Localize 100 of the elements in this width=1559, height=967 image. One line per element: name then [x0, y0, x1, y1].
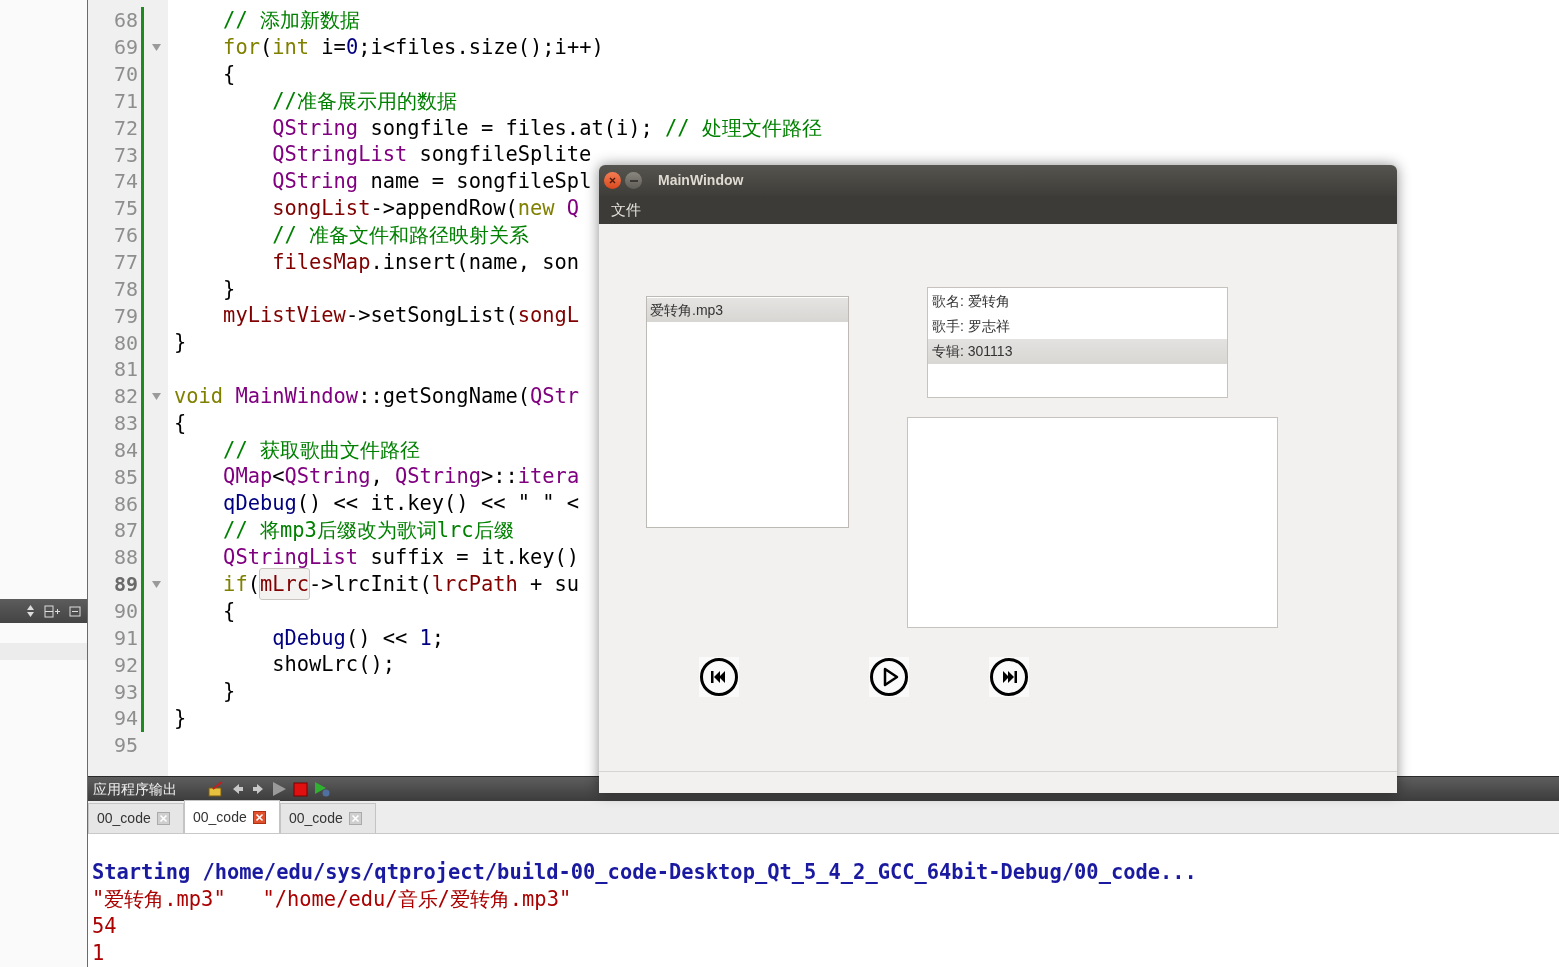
line-number: 78: [112, 275, 139, 303]
code-token: + su: [529, 570, 580, 598]
code-token: qDebug: [271, 624, 346, 652]
code-token: ;i<files.size();i++): [358, 33, 604, 61]
code-token: {: [222, 597, 236, 625]
code-comment: // 准备文件和路径映射关系: [271, 221, 530, 249]
menu-item[interactable]: 文件: [611, 198, 641, 222]
close-button[interactable]: [604, 172, 621, 189]
code-token: songfileSplite: [418, 141, 592, 169]
output-line: 54: [92, 913, 118, 940]
play-button[interactable]: [869, 657, 909, 697]
skip-forward-button[interactable]: [989, 657, 1029, 697]
code-token: QString: [271, 114, 359, 142]
code-token: if: [222, 570, 248, 598]
clear-icon[interactable]: [207, 781, 225, 798]
line-number: 95: [112, 732, 139, 760]
code-token: QString: [395, 463, 481, 491]
code-token: (: [247, 570, 260, 598]
line-number: 80: [112, 329, 139, 357]
output-tab[interactable]: 00_code: [88, 803, 184, 833]
code-token: ,: [370, 463, 384, 491]
line-number: 72: [112, 114, 139, 142]
code-token: }: [222, 275, 236, 303]
code-token: >::: [480, 463, 518, 491]
code-token: ->lrcInit(: [309, 570, 432, 598]
play-icon[interactable]: [271, 781, 287, 798]
line-number: 70: [112, 61, 139, 89]
output-tab[interactable]: 00_code: [184, 800, 280, 833]
minimize-button[interactable]: [625, 172, 642, 189]
skip-forward-icon: [989, 657, 1029, 697]
code-token: ;: [431, 624, 445, 652]
code-token: QString: [284, 463, 371, 491]
code-token: myListView: [222, 302, 346, 330]
line-number: 74: [112, 168, 139, 196]
code-token: (: [259, 33, 273, 61]
line-number: 83: [112, 410, 139, 438]
code-token: 0: [345, 33, 359, 61]
skip-back-icon: [699, 657, 739, 697]
code-token: }: [174, 705, 187, 733]
code-comment: // 获取歌曲文件路径: [222, 436, 420, 464]
code-comment: // 添加新数据: [222, 7, 360, 35]
code-token: itera: [517, 463, 580, 491]
right-arrow-icon[interactable]: [251, 782, 265, 797]
code-token: for: [222, 33, 260, 61]
close-pane-icon[interactable]: [69, 605, 81, 617]
window-title: MainWindow: [658, 171, 744, 190]
code-token: qDebug: [222, 490, 297, 518]
output-line: 1: [92, 940, 106, 967]
code-token: i=: [320, 33, 346, 61]
output-pane-title: 应用程序输出: [93, 779, 177, 799]
line-number: 89: [112, 571, 139, 599]
code-token: QStringList: [271, 141, 408, 169]
line-number: 88: [112, 544, 139, 572]
code-token: QString: [271, 168, 359, 196]
info-item[interactable]: 歌手: 罗志祥: [928, 314, 1227, 339]
code-comment: // 将mp3后缀改为歌词lrc后缀: [222, 517, 514, 545]
info-item[interactable]: 歌名: 爱转角: [928, 289, 1227, 314]
code-token: ->setSongList(: [345, 302, 518, 330]
sort-icon[interactable]: [26, 604, 35, 618]
line-number: 92: [112, 651, 139, 679]
line-number: 69: [112, 34, 139, 62]
code-token: lrcPath: [431, 570, 518, 598]
code-token: showLrc();: [271, 651, 395, 679]
line-number: 87: [112, 517, 139, 545]
code-token: () <<: [345, 624, 409, 652]
line-number: 94: [112, 705, 139, 733]
skip-back-button[interactable]: [699, 657, 739, 697]
code-token: suffix = it.key(): [369, 544, 580, 571]
line-number: 73: [112, 141, 139, 169]
line-number: 91: [112, 624, 139, 652]
output-tab[interactable]: 00_code: [280, 803, 376, 833]
code-token: mLrc: [259, 568, 310, 600]
output-line: "爱转角.mp3" "/home/edu/音乐/爱转角.mp3": [92, 886, 573, 913]
tab-close-icon[interactable]: [252, 810, 266, 824]
code-token: QStringList: [222, 544, 359, 571]
code-token: }: [222, 678, 236, 706]
code-token: songList: [271, 195, 371, 223]
line-number: 79: [112, 302, 139, 330]
code-token: {: [222, 60, 236, 88]
code-token: ::getSongName(: [358, 382, 531, 410]
code-token: QMap: [222, 463, 273, 491]
left-arrow-icon[interactable]: [231, 782, 245, 797]
stop-icon[interactable]: [293, 781, 308, 797]
code-token: QStr: [530, 382, 580, 410]
code-token: songL: [517, 302, 580, 330]
code-token: {: [174, 409, 187, 437]
split-icon[interactable]: [44, 604, 60, 618]
song-item[interactable]: 爱转角.mp3: [647, 298, 848, 322]
info-item[interactable]: 专辑: 301113: [928, 339, 1227, 364]
code-token: }: [174, 329, 187, 357]
line-number: 90: [112, 598, 139, 625]
code-comment: // 处理文件路径: [665, 114, 822, 142]
close-icon: [609, 177, 616, 184]
code-token: void: [174, 382, 224, 410]
line-number: 85: [112, 463, 139, 491]
line-number: 68: [112, 7, 139, 35]
debug-run-icon[interactable]: [314, 781, 330, 798]
line-number: 86: [112, 490, 139, 518]
code-token: ->appendRow(: [370, 195, 518, 223]
code-token: <: [272, 463, 285, 491]
